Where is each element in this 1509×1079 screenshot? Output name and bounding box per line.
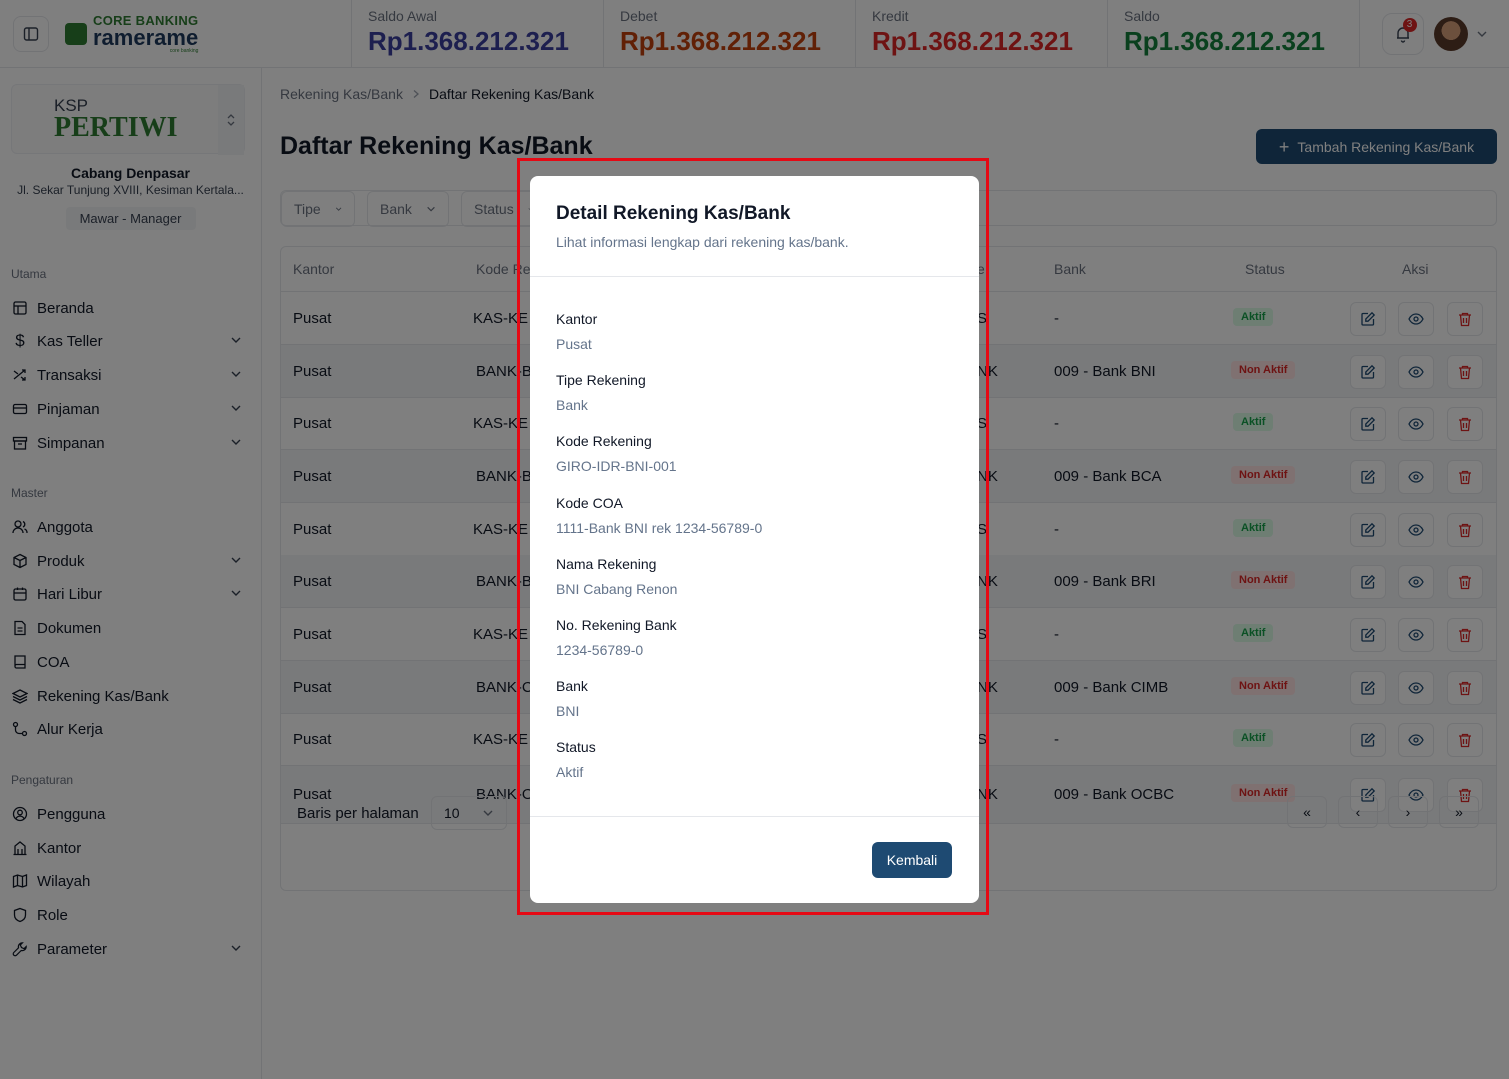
field-label: Bank: [556, 678, 588, 694]
field-value: 1111-Bank BNI rek 1234-56789-0: [556, 520, 763, 536]
dialog-subtitle: Lihat informasi lengkap dari rekening ka…: [556, 234, 849, 250]
field-value: 1234-56789-0: [556, 642, 644, 658]
field-label: Status: [556, 739, 596, 755]
divider: [530, 276, 979, 277]
back-button[interactable]: Kembali: [872, 842, 952, 878]
dialog-title: Detail Rekening Kas/Bank: [556, 203, 791, 224]
field-value: Bank: [556, 397, 588, 413]
field-value: BNI: [556, 703, 580, 719]
field-label: No. Rekening Bank: [556, 617, 677, 633]
field-label: Tipe Rekening: [556, 372, 646, 388]
divider: [530, 816, 979, 817]
field-value: GIRO-IDR-BNI-001: [556, 458, 677, 474]
field-value: BNI Cabang Renon: [556, 581, 678, 597]
field-value: Pusat: [556, 336, 592, 352]
field-label: Kode COA: [556, 495, 623, 511]
field-label: Kode Rekening: [556, 433, 652, 449]
field-value: Aktif: [556, 764, 584, 780]
detail-dialog: Detail Rekening Kas/Bank Lihat informasi…: [530, 176, 979, 903]
field-label: Nama Rekening: [556, 556, 657, 572]
field-label: Kantor: [556, 311, 598, 327]
